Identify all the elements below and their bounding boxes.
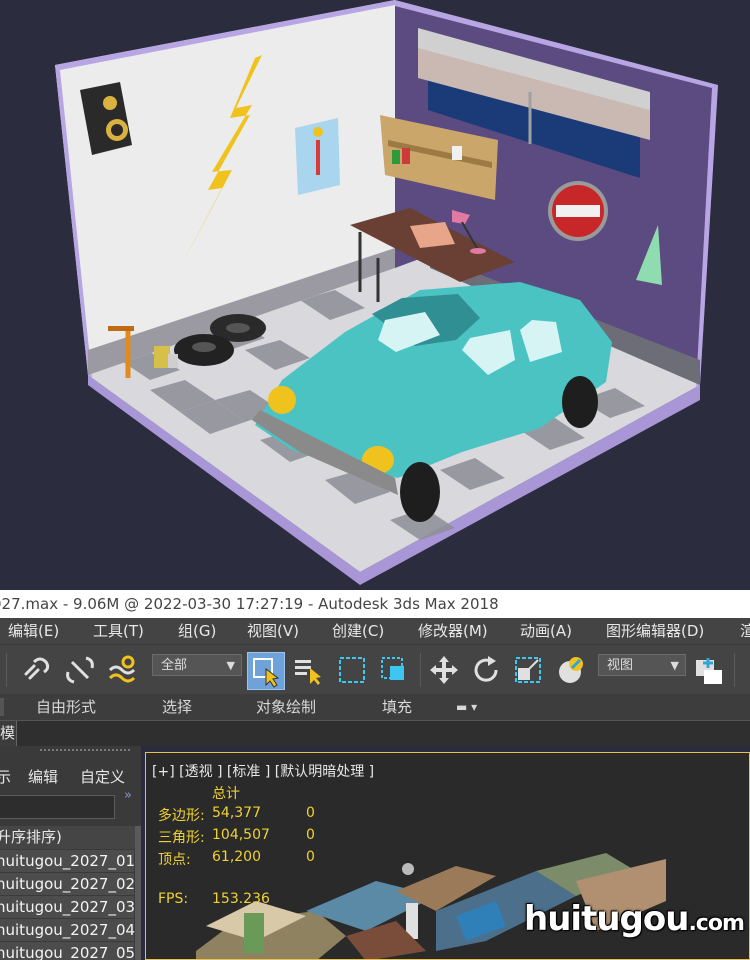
watermark-text: huitugou bbox=[524, 899, 689, 939]
select-arrow-icon bbox=[253, 658, 280, 688]
list-item[interactable]: huitugou_2027_04 bbox=[0, 919, 136, 942]
chevron-right-icon[interactable]: » bbox=[124, 788, 132, 803]
menu-graph-editors[interactable]: 图形编辑器(D) bbox=[606, 618, 704, 644]
menu-bar: 编辑(E) 工具(T) 组(G) 视图(V) 创建(C) 修改器(M) 动画(A… bbox=[0, 618, 750, 644]
placement-icon[interactable] bbox=[556, 654, 588, 686]
menu-modifiers[interactable]: 修改器(M) bbox=[418, 618, 488, 644]
ribbon-panel-tab[interactable]: 模 bbox=[0, 721, 17, 746]
menu-rendering[interactable]: 渲 bbox=[740, 618, 750, 644]
window-title: 027.max - 9.06M @ 2022-03-30 17:27:19 - … bbox=[0, 595, 499, 613]
window-crossing-icon[interactable] bbox=[378, 654, 410, 686]
selection-filter-value: 全部 bbox=[161, 658, 188, 673]
menu-group[interactable]: 组(G) bbox=[178, 618, 216, 644]
selection-filter-dropdown[interactable]: 全部 ▼ bbox=[152, 654, 242, 676]
list-item-label: huitugou_2027_04 bbox=[0, 921, 136, 939]
chevron-down-icon: ▼ bbox=[226, 659, 235, 672]
reference-coordinate-value: 视图 bbox=[607, 658, 634, 673]
list-item-label: huitugou_2027_02 bbox=[0, 875, 136, 893]
ribbon-subbar: 模 bbox=[0, 720, 750, 746]
fps-label: FPS: bbox=[158, 891, 189, 907]
stats-vertices-label: 顶点: bbox=[158, 852, 191, 868]
watermark-suffix: .com bbox=[688, 911, 744, 936]
bind-space-warp-icon[interactable] bbox=[106, 654, 138, 686]
scale-icon[interactable] bbox=[512, 654, 544, 686]
list-item[interactable]: huitugou_2027_05 bbox=[0, 942, 136, 960]
site-watermark: huitugou.com bbox=[524, 899, 745, 939]
explorer-search-input[interactable] bbox=[0, 795, 115, 819]
fps-value: 153.236 bbox=[212, 891, 270, 907]
ribbon-tab-freeform[interactable]: 自由形式 bbox=[36, 694, 96, 720]
unlink-icon[interactable] bbox=[64, 654, 96, 686]
menu-edit[interactable]: 编辑(E) bbox=[8, 618, 59, 644]
pivot-center-icon[interactable] bbox=[694, 654, 726, 686]
move-icon[interactable] bbox=[428, 654, 460, 686]
list-item-label: huitugou_2027_05 bbox=[0, 944, 136, 960]
sort-label: 升序排序) bbox=[0, 828, 62, 846]
list-item[interactable]: huitugou_2027_01 bbox=[0, 850, 136, 873]
panel-grip[interactable] bbox=[40, 749, 130, 753]
garage-scene-illustration bbox=[55, 0, 718, 585]
ribbon-tab-selection[interactable]: 选择 bbox=[162, 694, 192, 720]
perspective-viewport[interactable]: [+] [透视 ] [标准 ] [默认明暗处理 ] 总计 多边形: 54,377… bbox=[145, 752, 750, 960]
stats-polygons-label: 多边形: bbox=[158, 808, 205, 824]
list-item-label: huitugou_2027_03 bbox=[0, 898, 136, 916]
select-object-button[interactable] bbox=[247, 652, 285, 690]
link-icon[interactable] bbox=[20, 654, 52, 686]
reference-coordinate-dropdown[interactable]: 视图 ▼ bbox=[598, 654, 686, 676]
rectangular-selection-icon[interactable] bbox=[336, 654, 368, 686]
select-by-name-icon[interactable] bbox=[292, 654, 324, 686]
window-title-bar: 027.max - 9.06M @ 2022-03-30 17:27:19 - … bbox=[0, 590, 750, 618]
explorer-menu-customize[interactable]: 自定义 bbox=[80, 762, 125, 792]
ribbon-options-icon[interactable]: ▬ ▾ bbox=[456, 694, 477, 720]
explorer-column-header[interactable]: 升序排序) bbox=[0, 826, 141, 849]
ribbon-tab-populate[interactable]: 填充 bbox=[382, 694, 412, 720]
scene-explorer-panel: 示 编辑 自定义 » 升序排序) huitugou_2027_01 huitug… bbox=[0, 746, 141, 960]
stats-total-header: 总计 bbox=[212, 786, 240, 802]
stats-polygons-value: 54,377 bbox=[212, 805, 261, 821]
ribbon-tab-object-paint[interactable]: 对象绘制 bbox=[256, 694, 316, 720]
menu-views[interactable]: 视图(V) bbox=[247, 618, 299, 644]
toolbar-separator bbox=[6, 653, 7, 687]
explorer-menu-display[interactable]: 示 bbox=[0, 762, 11, 792]
list-item[interactable]: huitugou_2027_03 bbox=[0, 896, 136, 919]
menu-animation[interactable]: 动画(A) bbox=[520, 618, 572, 644]
explorer-scrollbar[interactable] bbox=[135, 826, 141, 960]
ribbon-tab-modeling[interactable] bbox=[0, 698, 4, 716]
viewport-label[interactable]: [+] [透视 ] [标准 ] [默认明暗处理 ] bbox=[152, 761, 374, 781]
rotate-icon[interactable] bbox=[470, 654, 502, 686]
list-item[interactable]: huitugou_2027_02 bbox=[0, 873, 136, 896]
stats-polygons-selected: 0 bbox=[306, 805, 315, 821]
scene-explorer-menu: 示 编辑 自定义 bbox=[0, 762, 141, 792]
list-item-label: huitugou_2027_01 bbox=[0, 852, 136, 870]
toolbar-separator bbox=[734, 653, 735, 687]
ribbon-tabs: 自由形式 选择 对象绘制 填充 ▬ ▾ bbox=[0, 694, 750, 720]
chevron-down-icon: ▼ bbox=[670, 659, 679, 672]
menu-tools[interactable]: 工具(T) bbox=[93, 618, 144, 644]
garage-render-preview bbox=[0, 0, 750, 590]
menu-create[interactable]: 创建(C) bbox=[332, 618, 384, 644]
main-toolbar: 全部 ▼ 视图 ▼ bbox=[0, 644, 750, 695]
ribbon-panel-label: 模 bbox=[0, 724, 16, 742]
toolbar-separator bbox=[420, 653, 421, 687]
explorer-menu-edit[interactable]: 编辑 bbox=[28, 762, 58, 792]
